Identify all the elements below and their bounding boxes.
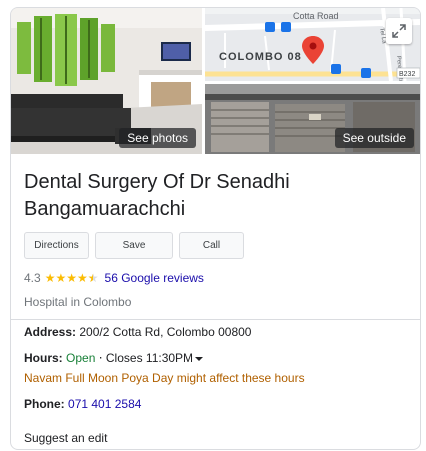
star-icon: ★ — [55, 271, 67, 285]
hours-warning: Navam Full Moon Poya Day might affect th… — [24, 371, 305, 385]
bus-stop-icon — [331, 64, 341, 74]
rating-row: 4.3 ★ ★ ★ ★ ★★ 56 Google reviews — [24, 271, 204, 285]
phone-link[interactable]: 071 401 2584 — [68, 397, 141, 411]
hours-separator: ⋅ — [98, 351, 103, 365]
hours-row: Hours: Open ⋅ Closes 11:30PM — [24, 351, 204, 365]
address-label: Address: — [24, 325, 77, 339]
map-area-label: COLOMBO 08 — [219, 51, 302, 63]
bus-stop-icon — [265, 22, 275, 32]
divider — [11, 319, 420, 320]
call-button[interactable]: Call — [179, 232, 244, 259]
bus-stop-icon — [361, 68, 371, 78]
see-outside-button[interactable]: See outside — [334, 128, 414, 148]
expand-map-button[interactable] — [386, 18, 412, 44]
star-icon: ★ — [66, 271, 77, 285]
bus-stop-icon — [281, 22, 291, 32]
star-rating: ★ ★ ★ ★ ★★ — [45, 272, 99, 284]
place-category: Hospital in Colombo — [24, 295, 132, 309]
phone-label: Phone: — [24, 397, 65, 411]
map-thumbnail[interactable]: Cotta Road COLOMBO 08 Tel La Perera Rd B… — [205, 8, 420, 81]
address-value: 200/2 Cotta Rd, Colombo 00800 — [79, 325, 252, 339]
map-road-label: Cotta Road — [293, 11, 339, 21]
see-photos-button[interactable]: See photos — [119, 128, 196, 148]
star-icon: ★ — [76, 271, 88, 285]
hours-label: Hours: — [24, 351, 63, 365]
save-button[interactable]: Save — [95, 232, 173, 259]
hours-close-time: Closes 11:30PM — [105, 351, 194, 365]
suggest-edit-link[interactable]: Suggest an edit — [24, 431, 107, 445]
phone-row: Phone: 071 401 2584 — [24, 397, 141, 411]
hours-open-status: Open — [66, 351, 96, 365]
reviews-link[interactable]: 56 Google reviews — [105, 271, 204, 285]
chevron-down-icon — [195, 356, 204, 361]
photo-strip: See photos Cotta Road COLOMBO 08 Tel La … — [11, 8, 420, 154]
address-row: Address: 200/2 Cotta Rd, Colombo 00800 — [24, 325, 251, 339]
knowledge-panel: See photos Cotta Road COLOMBO 08 Tel La … — [10, 7, 421, 450]
action-buttons: Directions Save Call — [24, 232, 244, 259]
hours-dropdown[interactable]: Closes 11:30PM — [105, 351, 204, 365]
outside-photo[interactable]: See outside — [205, 84, 420, 154]
half-star-icon: ★★ — [87, 271, 99, 285]
interior-photo[interactable]: See photos — [11, 8, 202, 154]
expand-icon — [392, 24, 406, 38]
rating-value: 4.3 — [24, 271, 41, 285]
star-icon: ★ — [44, 271, 56, 285]
directions-button[interactable]: Directions — [24, 232, 89, 259]
map-route-badge: B232 — [399, 71, 415, 78]
place-title: Dental Surgery Of Dr Senadhi Bangamuarac… — [24, 171, 290, 220]
